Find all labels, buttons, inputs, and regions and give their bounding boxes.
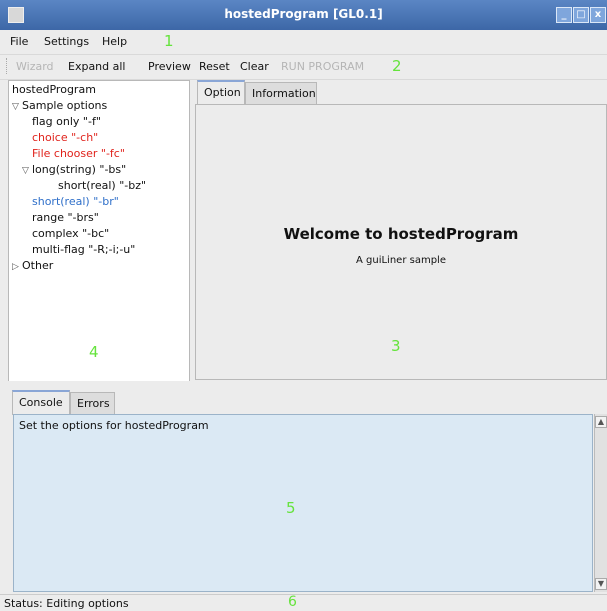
tree-item-label: range "-brs" [32, 211, 99, 224]
tree-item-file-chooser[interactable]: File chooser "-fc" [32, 146, 125, 162]
expanded-triangle-icon[interactable]: ▽ [12, 99, 22, 115]
console-line: Set the options for hostedProgram [19, 419, 209, 432]
tree-item-label: choice "-ch" [32, 131, 99, 144]
tree-item-sample-options[interactable]: ▽ Sample options [12, 98, 107, 114]
options-tree[interactable]: hostedProgram ▽ Sample options flag only … [8, 80, 190, 383]
callout-label: 2 [392, 57, 402, 75]
reset-button[interactable]: Reset [199, 60, 230, 73]
tree-item-flag-only[interactable]: flag only "-f" [32, 114, 101, 130]
tree-item-label: Other [22, 259, 54, 272]
expanded-triangle-icon[interactable]: ▽ [22, 163, 32, 179]
clear-button[interactable]: Clear [240, 60, 269, 73]
tree-item-short-real-bz[interactable]: short(real) "-bz" [58, 178, 146, 194]
split-pane-divider[interactable] [0, 381, 607, 388]
preview-button[interactable]: Preview [148, 60, 191, 73]
callout-label: 5 [286, 499, 296, 517]
menu-settings[interactable]: Settings [44, 35, 89, 48]
tree-item-short-real-br[interactable]: short(real) "-br" [32, 194, 119, 210]
tab-option[interactable]: Option [197, 80, 245, 105]
wizard-button[interactable]: Wizard [16, 60, 54, 73]
callout-label: 4 [89, 343, 99, 361]
maximize-icon[interactable]: □ [573, 7, 589, 23]
title-bar: hostedProgram [GL0.1] _ □ x [0, 0, 607, 30]
expand-all-button[interactable]: Expand all [68, 60, 126, 73]
tree-item-multi-flag[interactable]: multi-flag "-R;-i;-u" [32, 242, 135, 258]
tree-item-complex[interactable]: complex "-bc" [32, 226, 109, 242]
tab-errors[interactable]: Errors [70, 392, 115, 414]
tree-item-label: long(string) "-bs" [32, 163, 127, 176]
tree-item-label: short(real) "-br" [32, 195, 119, 208]
toolbar: Wizard Expand all Preview Reset Clear RU… [0, 55, 607, 80]
tree-item-label: File chooser "-fc" [32, 147, 125, 160]
collapsed-triangle-icon[interactable]: ▷ [12, 259, 22, 275]
tab-console[interactable]: Console [12, 390, 70, 415]
tree-item-label: flag only "-f" [32, 115, 101, 128]
status-bar: Status: Editing options 6 [0, 594, 607, 611]
tree-item-range[interactable]: range "-brs" [32, 210, 99, 226]
tree-item-label: complex "-bc" [32, 227, 110, 240]
callout-label: 6 [288, 594, 297, 610]
tree-item-root[interactable]: hostedProgram [12, 82, 96, 98]
status-text: Status: Editing options [4, 597, 129, 610]
tree-item-label: short(real) "-bz" [58, 179, 147, 192]
toolbar-grip[interactable] [6, 58, 9, 74]
tree-item-long-string[interactable]: ▽ long(string) "-bs" [22, 162, 126, 178]
scroll-up-icon[interactable]: ▲ [595, 416, 607, 428]
tab-information[interactable]: Information [245, 82, 317, 104]
tree-item-label: multi-flag "-R;-i;-u" [32, 243, 136, 256]
console-scrollbar[interactable]: ▲ ▼ [594, 414, 607, 592]
run-program-button[interactable]: RUN PROGRAM [281, 60, 364, 73]
menu-file[interactable]: File [10, 35, 28, 48]
close-icon[interactable]: x [590, 7, 606, 23]
tree-item-other[interactable]: ▷ Other [12, 258, 53, 274]
tree-item-choice[interactable]: choice "-ch" [32, 130, 98, 146]
tree-item-label: Sample options [22, 99, 108, 112]
console-tab-bar: Console Errors [12, 390, 607, 415]
menu-help[interactable]: Help [102, 35, 127, 48]
callout-label: 3 [391, 337, 401, 355]
main-tab-bar: Option Information [195, 80, 607, 105]
welcome-heading: Welcome to hostedProgram [283, 225, 519, 243]
scroll-down-icon[interactable]: ▼ [595, 578, 607, 590]
window-title: hostedProgram [GL0.1] [224, 7, 383, 21]
menu-bar: File Settings Help 1 [0, 30, 607, 55]
console-output[interactable]: Set the options for hostedProgram 5 [13, 414, 593, 592]
callout-label: 1 [164, 32, 174, 50]
tree-item-label: hostedProgram [12, 83, 96, 96]
welcome-subtitle: A guiLiner sample [356, 255, 446, 266]
main-panel: Welcome to hostedProgram A guiLiner samp… [195, 104, 607, 380]
minimize-icon[interactable]: _ [556, 7, 572, 23]
